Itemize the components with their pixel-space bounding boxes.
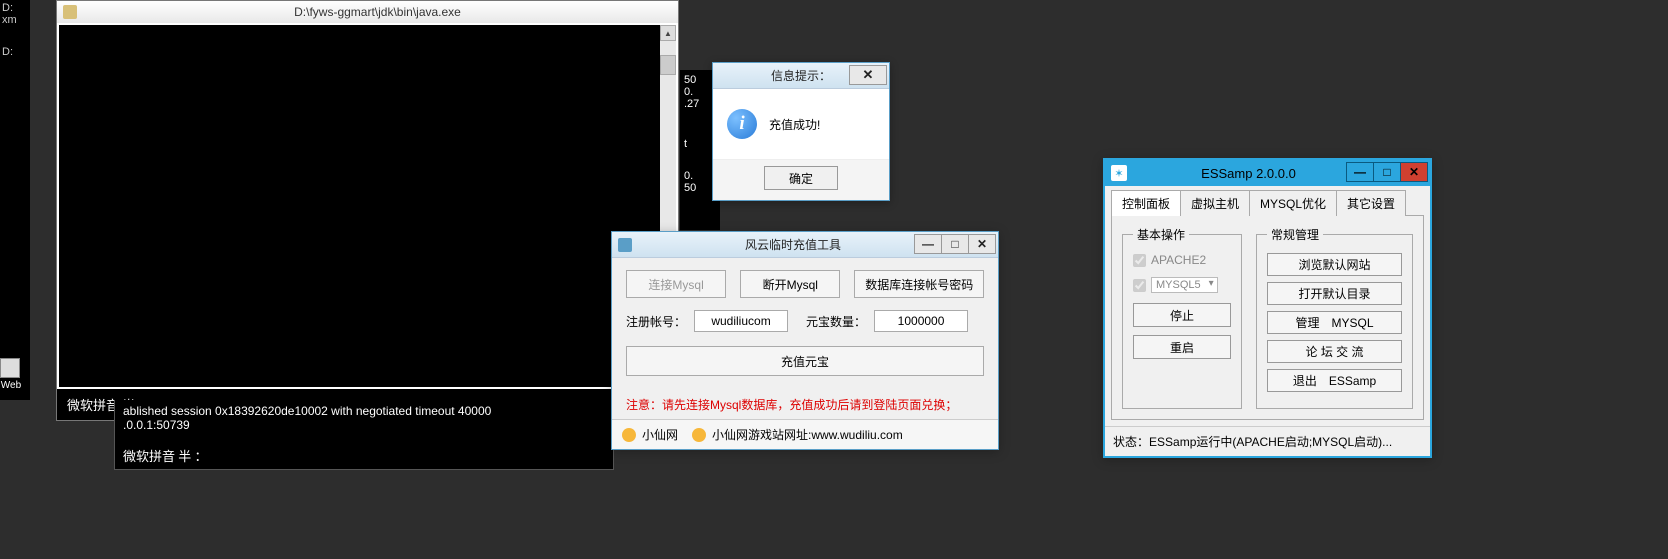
basic-ops-legend: 基本操作 — [1133, 226, 1189, 243]
close-button[interactable]: ✕ — [849, 65, 887, 85]
essamp-icon: ✶ — [1111, 165, 1127, 181]
background-console-left: D: xm D: — [0, 0, 30, 400]
recharge-footer: 小仙网 小仙网游戏站网址:www.wudiliu.com — [612, 419, 998, 449]
recharge-notice: 注意：请先连接Mysql数据库，充值成功后请到登陆页面兑换； — [612, 388, 998, 419]
java-console-title: D:\fyws-ggmart\jdk\bin\java.exe — [83, 5, 672, 19]
maximize-button[interactable]: □ — [941, 234, 969, 254]
recharge-tool-window: 风云临时充值工具 — □ ✕ 连接Mysql 断开Mysql 数据库连接帐号密码… — [611, 231, 999, 450]
account-input[interactable] — [694, 310, 788, 332]
mysql-select[interactable]: MYSQL5 — [1151, 277, 1218, 293]
connect-mysql-button[interactable]: 连接Mysql — [626, 270, 726, 298]
status-label: 状态： — [1113, 435, 1149, 449]
ok-button[interactable]: 确定 — [764, 166, 838, 190]
apache-label: APACHE2 — [1151, 253, 1206, 267]
lower-console-window: ablished session 0x18392620de10002 with … — [114, 400, 614, 470]
amount-input[interactable] — [874, 310, 968, 332]
folder-icon — [0, 358, 20, 378]
amount-label: 元宝数量： — [806, 313, 866, 330]
close-button[interactable]: ✕ — [968, 234, 996, 254]
info-dialog-title: 信息提示： — [771, 67, 831, 84]
scroll-thumb[interactable] — [660, 55, 676, 75]
apache-checkbox[interactable] — [1133, 254, 1146, 267]
open-dir-button[interactable]: 打开默认目录 — [1267, 282, 1402, 305]
java-console-window: D:\fyws-ggmart\jdk\bin\java.exe ▲ ▼ 微软拼音… — [56, 0, 679, 421]
basic-ops-fieldset: 基本操作 APACHE2 MYSQL5 停止 重启 — [1122, 226, 1242, 409]
stop-button[interactable]: 停止 — [1133, 303, 1231, 327]
java-console-titlebar[interactable]: D:\fyws-ggmart\jdk\bin\java.exe — [57, 1, 678, 23]
db-credentials-button[interactable]: 数据库连接帐号密码 — [854, 270, 984, 298]
tab-other-settings[interactable]: 其它设置 — [1336, 190, 1406, 216]
minimize-button[interactable]: — — [1346, 162, 1374, 182]
manage-mysql-button[interactable]: 管理 MYSQL — [1267, 311, 1402, 334]
maximize-button[interactable]: □ — [1373, 162, 1401, 182]
footer-link-site[interactable]: 小仙网 — [642, 426, 678, 443]
account-label: 注册帐号： — [626, 313, 686, 330]
browse-site-button[interactable]: 浏览默认网站 — [1267, 253, 1402, 276]
disconnect-mysql-button[interactable]: 断开Mysql — [740, 270, 840, 298]
globe-icon — [622, 428, 636, 442]
recharge-titlebar[interactable]: 风云临时充值工具 — □ ✕ — [612, 232, 998, 258]
java-console-body: ▲ ▼ — [59, 25, 676, 387]
globe-icon — [692, 428, 706, 442]
info-icon: i — [727, 109, 757, 139]
manage-legend: 常规管理 — [1267, 226, 1323, 243]
restart-button[interactable]: 重启 — [1133, 335, 1231, 359]
info-dialog: 信息提示： ✕ i 充值成功! 确定 — [712, 62, 890, 201]
footer-link-url[interactable]: 小仙网游戏站网址:www.wudiliu.com — [712, 426, 903, 443]
recharge-button[interactable]: 充值元宝 — [626, 346, 984, 376]
status-text: ESSamp运行中(APACHE启动;MYSQL启动)... — [1149, 435, 1392, 449]
essamp-tabs: 控制面板 虚拟主机 MYSQL优化 其它设置 — [1105, 186, 1430, 216]
mysql-checkbox[interactable] — [1133, 279, 1146, 292]
tab-control-panel[interactable]: 控制面板 — [1111, 190, 1181, 216]
ime-status: 微软拼音 半 ： — [123, 446, 605, 465]
essamp-titlebar[interactable]: ✶ ESSamp 2.0.0.0 — □ ✕ — [1105, 160, 1430, 186]
manage-fieldset: 常规管理 浏览默认网站 打开默认目录 管理 MYSQL 论 坛 交 流 退出 E… — [1256, 226, 1413, 409]
console-line: ablished session 0x18392620de10002 with … — [123, 404, 605, 418]
close-button[interactable]: ✕ — [1400, 162, 1428, 182]
tab-virtual-host[interactable]: 虚拟主机 — [1180, 190, 1250, 216]
scroll-up-icon[interactable]: ▲ — [660, 25, 676, 41]
essamp-status: 状态：ESSamp运行中(APACHE启动;MYSQL启动)... — [1105, 426, 1430, 456]
java-icon — [63, 5, 77, 19]
info-message: 充值成功! — [769, 116, 820, 133]
essamp-window: ✶ ESSamp 2.0.0.0 — □ ✕ 控制面板 虚拟主机 MYSQL优化… — [1103, 158, 1432, 458]
desktop-web-icon[interactable]: Web — [0, 358, 22, 391]
app-icon — [618, 238, 632, 252]
minimize-button[interactable]: — — [914, 234, 942, 254]
tab-mysql-opt[interactable]: MYSQL优化 — [1249, 190, 1337, 216]
console-line: .0.0.1:50739 — [123, 418, 605, 432]
info-dialog-titlebar[interactable]: 信息提示： ✕ — [713, 63, 889, 89]
exit-essamp-button[interactable]: 退出 ESSamp — [1267, 369, 1402, 392]
forum-button[interactable]: 论 坛 交 流 — [1267, 340, 1402, 363]
